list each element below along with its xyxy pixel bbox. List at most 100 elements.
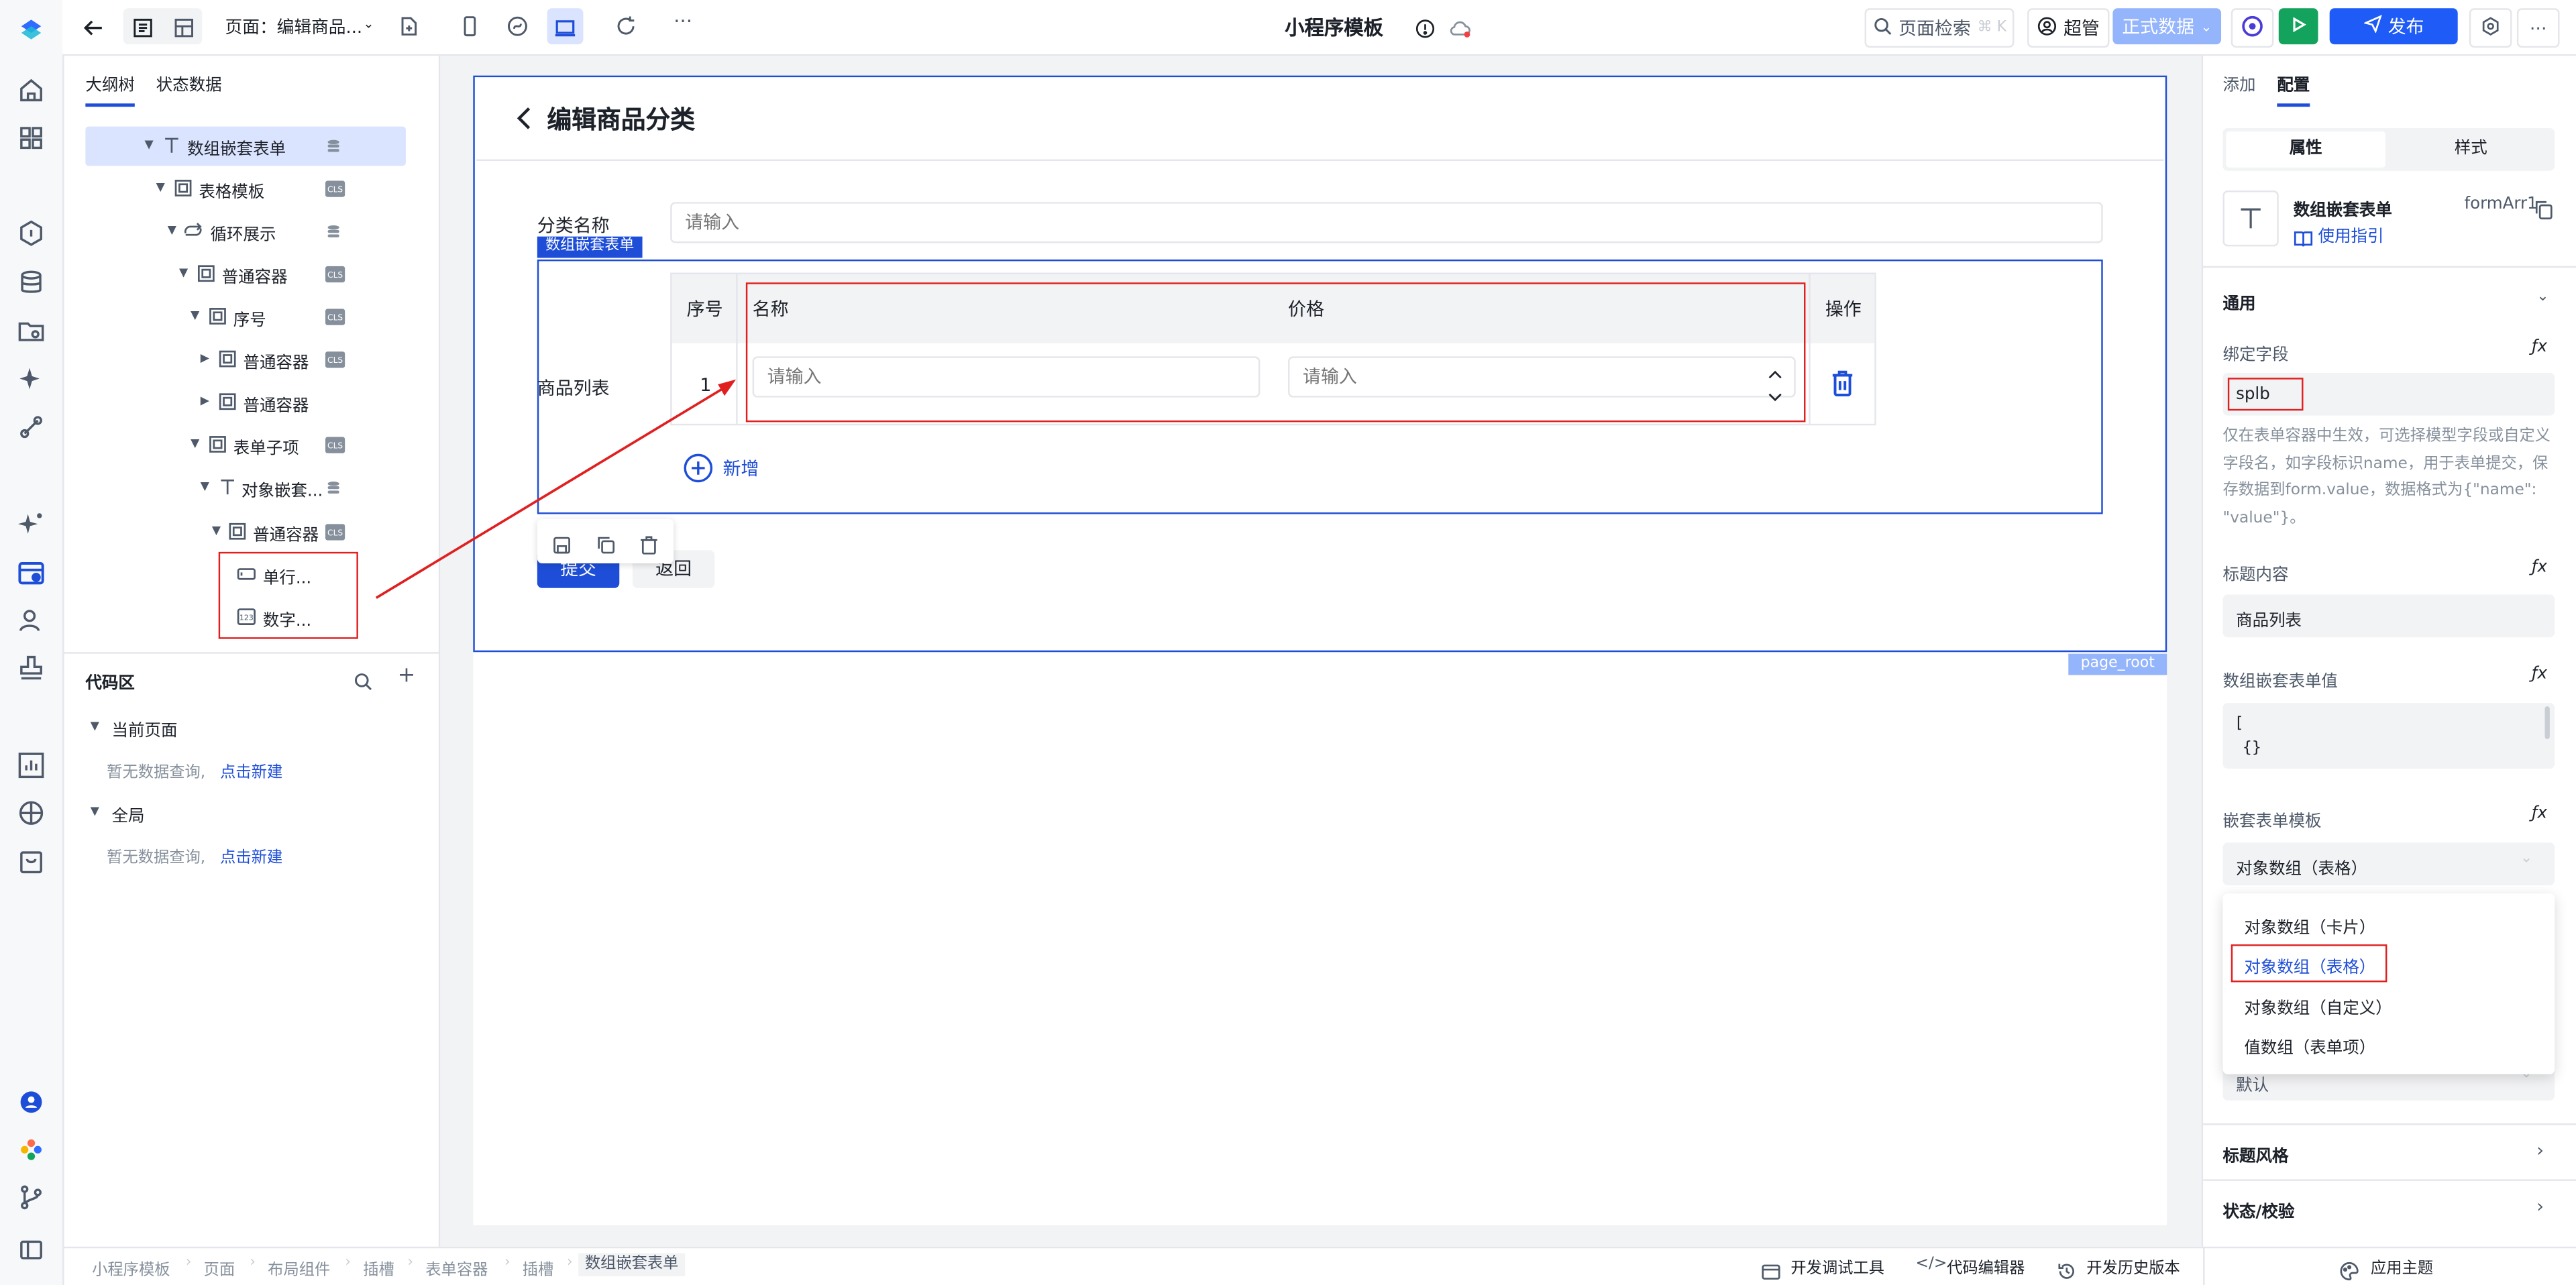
chevron-left-icon[interactable] [513, 103, 535, 139]
fx-icon[interactable]: ƒx [2532, 559, 2547, 577]
section-title-style[interactable]: 标题风格 [2222, 1141, 2288, 1166]
product-name-input[interactable] [752, 356, 1260, 398]
user-menu-button[interactable]: 超管 [2027, 8, 2110, 48]
save-icon[interactable] [552, 530, 572, 562]
hexagon-icon[interactable] [15, 217, 48, 249]
tree-item-table-template[interactable]: ▼ 表格模板 CLS [85, 169, 406, 209]
global-group[interactable]: 全局 [112, 801, 145, 826]
breadcrumb-item[interactable]: 插槽 [523, 1256, 554, 1280]
chevron-right-icon[interactable]: › [2536, 1140, 2544, 1162]
chevron-down-icon[interactable]: ⌄ [2520, 851, 2532, 867]
tree-item-object-nested[interactable]: ▼ 对象嵌套... [85, 468, 406, 508]
chevron-right-icon[interactable]: › [2536, 1196, 2544, 1217]
cloud-status-icon[interactable] [1448, 15, 1472, 46]
database-icon[interactable] [15, 266, 48, 299]
tree-item-form-subitem[interactable]: ▼ 表单子项 CLS [85, 425, 406, 465]
breadcrumb-current[interactable]: 数组嵌套表单 [578, 1253, 686, 1276]
chart-icon[interactable] [15, 749, 48, 782]
preview-button[interactable] [2231, 8, 2274, 48]
fx-icon[interactable]: ƒx [2532, 338, 2547, 356]
usage-guide-link[interactable]: 使用指引 [2318, 222, 2384, 246]
apps-grid-icon[interactable] [15, 121, 48, 154]
page-selector-label[interactable]: 页面：编辑商品... [225, 15, 363, 40]
tree-item-container[interactable]: ▶ 普通容器 CLS [85, 340, 406, 380]
breadcrumb-item[interactable]: 页面 [204, 1256, 235, 1280]
fx-icon[interactable]: ƒx [2532, 665, 2547, 683]
tab-add[interactable]: 添加 [2222, 70, 2255, 95]
env-selector[interactable]: 正式数据 ⌄ [2112, 8, 2222, 45]
section-status-check[interactable]: 状态/校验 [2222, 1197, 2294, 1222]
cube-icon[interactable] [15, 797, 48, 830]
trash-icon[interactable] [1830, 370, 1855, 404]
more-icon[interactable]: ··· [674, 10, 692, 33]
code-editor-button[interactable]: 代码编辑器 [1947, 1255, 2025, 1278]
collapsed-arrow-icon[interactable]: ▶ [201, 351, 209, 365]
breadcrumb-item[interactable]: 布局组件 [268, 1256, 330, 1280]
colorful-flower-icon[interactable] [15, 1133, 48, 1166]
tree-item-container[interactable]: ▼ 普通容器 CLS [85, 512, 406, 552]
publish-button[interactable]: 发布 [2329, 8, 2458, 45]
logo-icon[interactable] [15, 13, 48, 46]
section-general[interactable]: 通用 [2222, 289, 2255, 314]
expand-arrow-icon[interactable]: ▼ [145, 138, 154, 152]
expand-arrow-icon[interactable]: ▼ [91, 805, 99, 818]
plus-circle-icon[interactable] [684, 453, 713, 490]
delete-icon[interactable] [639, 530, 659, 562]
tab-state-data[interactable]: 状态数据 [156, 70, 222, 95]
miniprogram-icon[interactable] [506, 13, 529, 45]
add-page-icon[interactable] [398, 13, 421, 45]
account-icon[interactable] [15, 1086, 48, 1119]
dropdown-option[interactable]: 对象数组（自定义） [2244, 994, 2392, 1018]
expand-arrow-icon[interactable]: ▼ [156, 180, 165, 194]
app-theme-button[interactable]: 应用主题 [2371, 1255, 2433, 1278]
tree-item-loop-display[interactable]: ▼ 循环展示 [85, 212, 406, 252]
ai-sparkle-icon[interactable] [15, 508, 48, 541]
git-branch-icon[interactable] [15, 1181, 48, 1214]
info-icon[interactable] [1415, 15, 1436, 46]
more-menu-button[interactable]: ··· [2516, 8, 2560, 48]
plugin-icon[interactable] [15, 410, 48, 443]
settings-button[interactable] [2469, 8, 2512, 48]
sidebar-toggle-icon[interactable] [15, 1233, 48, 1266]
users-icon[interactable] [15, 604, 48, 637]
collapsed-arrow-icon[interactable]: ▶ [201, 394, 209, 408]
tree-item-container[interactable]: ▶ 普通容器 [85, 383, 406, 423]
chevron-down-icon[interactable]: ⌄ [363, 16, 374, 31]
create-query-link[interactable]: 点击新建 [220, 759, 282, 782]
product-price-input[interactable] [1288, 356, 1796, 398]
add-row-button[interactable]: 新增 [723, 455, 759, 481]
tab-outline-tree[interactable]: 大纲树 [85, 70, 134, 95]
fx-icon[interactable]: ƒx [2532, 805, 2547, 823]
expand-arrow-icon[interactable]: ▼ [201, 480, 209, 493]
breadcrumb-item[interactable]: 小程序模板 [92, 1256, 170, 1280]
nested-value-editor[interactable] [2222, 703, 2555, 769]
tab-config[interactable]: 配置 [2277, 70, 2310, 95]
create-query-link[interactable]: 点击新建 [220, 844, 282, 867]
refresh-icon[interactable] [614, 13, 637, 45]
layout-view-icon[interactable] [172, 15, 195, 46]
expand-arrow-icon[interactable]: ▼ [212, 524, 221, 537]
expand-arrow-icon[interactable]: ▼ [91, 720, 99, 733]
segment-style[interactable]: 样式 [2390, 131, 2551, 168]
expand-arrow-icon[interactable]: ▼ [191, 437, 199, 450]
stamp-icon[interactable] [15, 652, 48, 685]
dropdown-option[interactable]: 值数组（表单项） [2244, 1033, 2375, 1058]
page-editor-icon[interactable] [15, 557, 48, 590]
run-button[interactable] [2278, 8, 2318, 45]
mobile-icon[interactable] [458, 13, 481, 45]
history-button[interactable]: 开发历史版本 [2086, 1255, 2180, 1278]
dropdown-option[interactable]: 对象数组（卡片） [2244, 913, 2375, 938]
back-arrow-icon[interactable] [82, 15, 105, 46]
sparkle-icon[interactable] [15, 363, 48, 396]
page-search-button[interactable]: 页面检索 ⌘ K [1864, 8, 2015, 48]
folder-search-icon[interactable] [15, 315, 48, 348]
expand-arrow-icon[interactable]: ▼ [191, 309, 199, 322]
bag-icon[interactable] [15, 844, 48, 877]
search-icon[interactable] [354, 667, 373, 698]
expand-arrow-icon[interactable]: ▼ [168, 223, 176, 237]
tree-item-array-nested-form[interactable]: ▼ 数组嵌套表单 [85, 126, 406, 166]
add-icon[interactable]: + [398, 663, 416, 688]
copy-id-icon[interactable] [2535, 195, 2553, 227]
current-page-group[interactable]: 当前页面 [112, 716, 178, 741]
copy-icon[interactable] [596, 530, 616, 562]
